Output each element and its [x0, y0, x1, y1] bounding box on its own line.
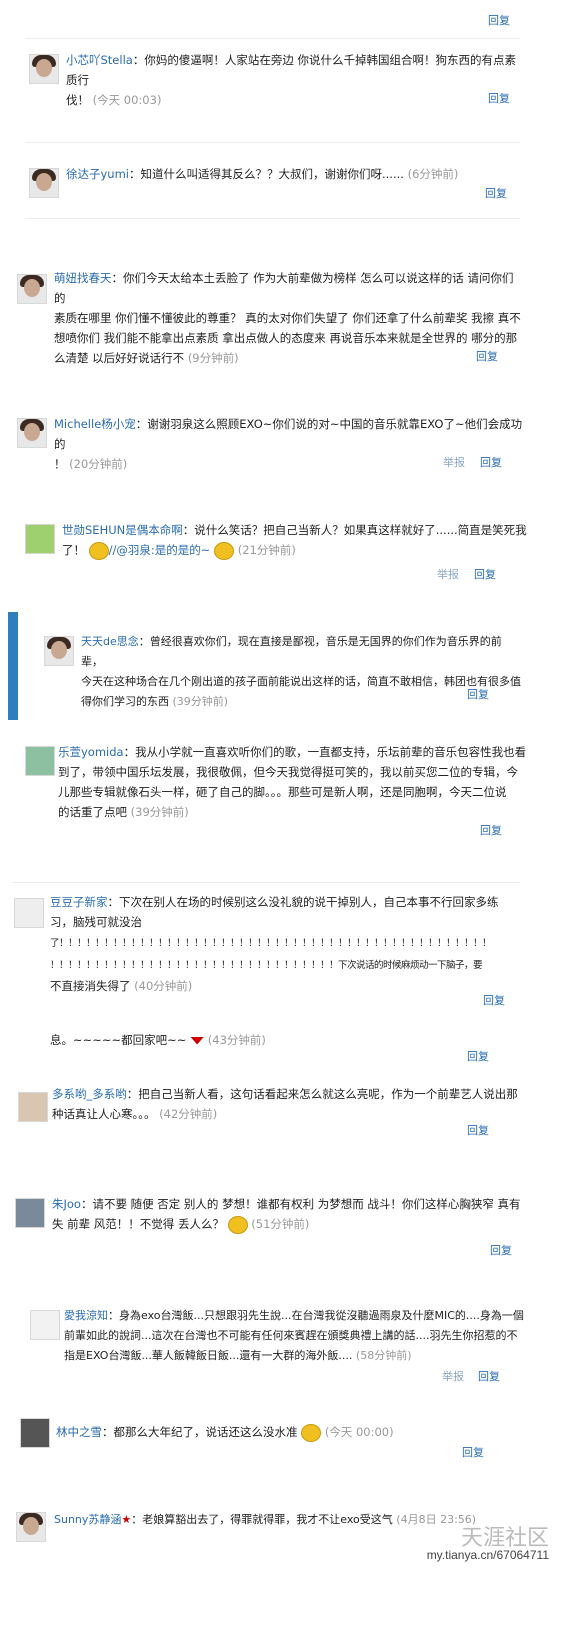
comment-username[interactable]: 愛我涼知: [64, 1309, 108, 1322]
divider: [25, 218, 520, 219]
avatar[interactable]: [17, 418, 47, 448]
reply-link[interactable]: 回复: [480, 822, 502, 838]
comment-username[interactable]: 徐达子yumi: [66, 167, 129, 181]
comment-username[interactable]: 天天de思念: [81, 635, 139, 648]
reply-link[interactable]: 回复: [462, 1444, 484, 1460]
avatar[interactable]: [25, 524, 55, 554]
comment-body: 多系哟_多系哟：把自己当新人看，这句话看起来怎么就这么亮呢，作为一个前辈艺人说出…: [52, 1087, 518, 1121]
divider: [12, 882, 520, 883]
avatar[interactable]: [18, 1092, 48, 1122]
comment-body: 林中之雪：都那么大年纪了，说话还这么没水准 (今天 00:00): [56, 1422, 526, 1442]
comment-username[interactable]: 林中之雪: [56, 1425, 102, 1439]
reply-link[interactable]: 回复: [467, 1122, 489, 1138]
avatar[interactable]: [29, 168, 59, 198]
banner-edge: [8, 612, 18, 720]
avatar[interactable]: [29, 54, 59, 84]
comment-username[interactable]: 多系哟_多系哟: [52, 1087, 127, 1101]
comment-body: 朱Joo：请不要 随便 否定 别人的 梦想！谁都有权利 为梦想而 战斗！你们这样…: [52, 1194, 522, 1234]
comment-body: 萌妞找春天：你们今天太给本土丢脸了 作为大前辈做为榜样 怎么可以说这样的话 请问…: [54, 271, 521, 365]
reply-link[interactable]: 回复: [467, 686, 489, 702]
comment-body: 徐达子yumi：知道什么叫适得其反么？？大叔们，谢谢你们呀...... (6分钟…: [66, 167, 459, 181]
comment-body: 息。~~~~~都回家吧~~ (43分钟前): [50, 1033, 266, 1047]
avatar[interactable]: [30, 1310, 60, 1340]
reply-link[interactable]: 回复: [483, 992, 505, 1008]
reply-link[interactable]: 回复: [488, 90, 510, 106]
divider: [25, 142, 520, 143]
comment-body: 天天de思念：曾经很喜欢你们，现在直接是鄙视，音乐是无国界的你们作为音乐界的前辈…: [81, 635, 521, 708]
grin-emoji-icon: [214, 541, 235, 560]
reply-link[interactable]: 回复: [485, 185, 507, 201]
comment-body: 愛我涼知：身為exo台灣飯...只想跟羽先生說...在台灣我從沒聽過雨泉及什麼M…: [64, 1309, 524, 1362]
reply-link[interactable]: 回复: [490, 1242, 512, 1258]
comment-username[interactable]: 萌妞找春天: [54, 271, 112, 285]
reply-link[interactable]: 回复: [488, 12, 510, 28]
comment-body: 世勋SEHUN是偶本命啊：说什么笑话？把自己当新人？如果真这样就好了......…: [62, 520, 532, 560]
laugh-emoji-icon: [88, 541, 109, 560]
report-link[interactable]: 举报: [443, 454, 465, 470]
comment-username[interactable]: 乐萱yomida: [58, 745, 124, 759]
comment-body: 豆豆子新家：下次在别人在场的时候别这么没礼貌的说干掉别人，自己本事不行回家多练 …: [50, 895, 499, 993]
avatar[interactable]: [44, 636, 74, 666]
divider: [25, 38, 520, 39]
comment-username[interactable]: 小芯吖Stella: [66, 53, 133, 67]
puzzled-emoji-icon: [301, 1423, 322, 1442]
comment-username[interactable]: Michelle杨小宠: [54, 417, 136, 431]
reply-link[interactable]: 回复: [476, 348, 498, 364]
avatar[interactable]: [20, 1418, 50, 1448]
star-icon: ★: [121, 1513, 132, 1526]
comment-time: (今天 00:03): [92, 93, 162, 107]
reply-link[interactable]: 回复: [480, 454, 502, 470]
avatar[interactable]: [14, 898, 44, 928]
reply-link[interactable]: 回复: [474, 566, 496, 582]
comment-username[interactable]: 世勋SEHUN是偶本命啊: [62, 523, 183, 537]
thumbs-up-emoji-icon: [227, 1215, 248, 1234]
avatar[interactable]: [17, 274, 47, 304]
avatar[interactable]: [25, 746, 55, 776]
watermark-url: my.tianya.cn/67064711: [426, 1548, 549, 1562]
avatar[interactable]: [16, 1512, 46, 1542]
avatar[interactable]: [15, 1198, 45, 1228]
comment-body: 小芯吖Stella：你妈的傻逼啊！人家站在旁边 你说什么千掉韩国组合啊！狗东西的…: [66, 53, 516, 107]
report-link[interactable]: 举报: [442, 1368, 464, 1384]
comment-username[interactable]: 豆豆子新家: [50, 895, 108, 909]
reply-link[interactable]: 回复: [467, 1048, 489, 1064]
comment-username[interactable]: 朱Joo: [52, 1197, 81, 1211]
reply-link[interactable]: 回复: [478, 1368, 500, 1384]
comment-username[interactable]: Sunny苏静涵: [54, 1513, 121, 1526]
heart-icon: [190, 1036, 205, 1045]
report-link[interactable]: 举报: [437, 566, 459, 582]
comment-body: 乐萱yomida：我从小学就一直喜欢听你们的歌，一直都支持，乐坛前辈的音乐包容性…: [58, 745, 527, 819]
